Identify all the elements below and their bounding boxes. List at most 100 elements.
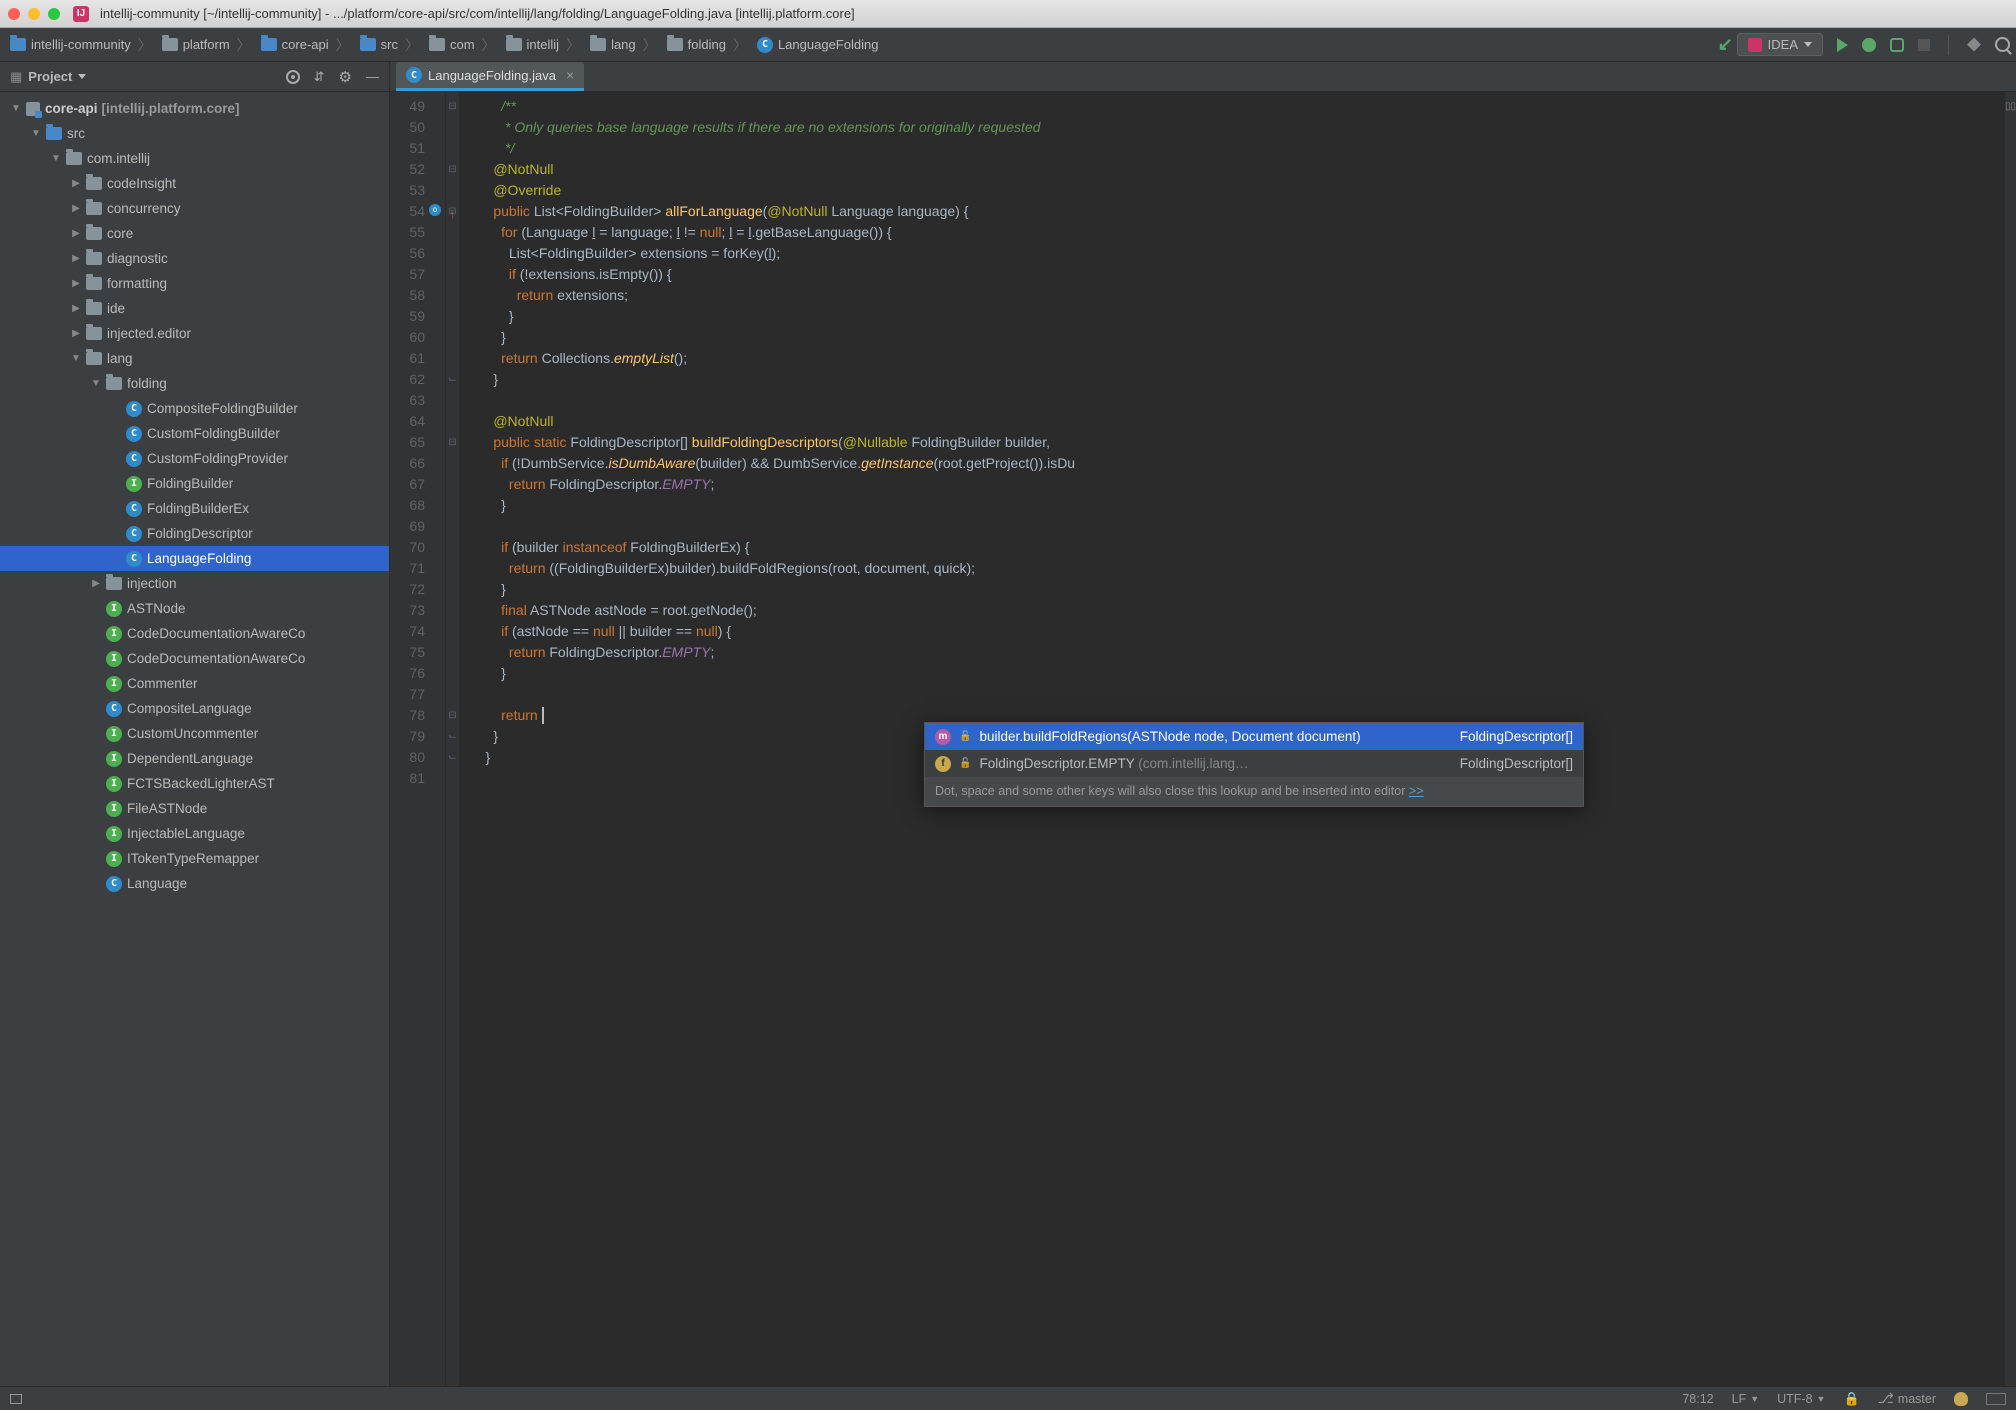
tree-item[interactable]: folding (0, 371, 389, 396)
debug-icon[interactable] (1862, 38, 1876, 52)
class-icon: C (106, 876, 122, 892)
vcs-update-icon[interactable] (1967, 38, 1981, 52)
completion-hint-link[interactable]: >> (1409, 784, 1424, 798)
tree-item[interactable]: diagnostic (0, 246, 389, 271)
completion-popup[interactable]: m🔓builder.buildFoldRegions(ASTNode node,… (924, 722, 1584, 807)
gear-icon[interactable]: ⚙ (339, 68, 352, 86)
tree-item[interactable]: IFileASTNode (0, 796, 389, 821)
tree-item[interactable]: concurrency (0, 196, 389, 221)
tree-item[interactable]: IInjectableLanguage (0, 821, 389, 846)
coverage-icon[interactable] (1890, 38, 1904, 52)
file-encoding[interactable]: UTF-8 ▼ (1777, 1392, 1825, 1406)
zoom-window-icon[interactable] (48, 8, 60, 20)
tree-item[interactable]: src (0, 121, 389, 146)
run-icon[interactable] (1837, 38, 1848, 52)
completion-item[interactable]: m🔓builder.buildFoldRegions(ASTNode node,… (925, 723, 1583, 750)
interface-icon: I (106, 776, 122, 792)
tree-item[interactable]: formatting (0, 271, 389, 296)
tree-item[interactable]: injected.editor (0, 321, 389, 346)
breadcrumb-item[interactable]: src〉 (356, 33, 423, 57)
chevron-down-icon[interactable] (78, 74, 86, 79)
breadcrumb-item[interactable]: platform〉 (158, 33, 255, 57)
tree-item-label: FoldingDescriptor (147, 521, 253, 546)
code-editor[interactable]: 495051525354o↑55565758596061626364656667… (390, 92, 2016, 1386)
line-number-gutter[interactable]: 495051525354o↑55565758596061626364656667… (390, 92, 446, 1386)
tree-item[interactable]: injection (0, 571, 389, 596)
run-config-selector[interactable]: IDEA (1737, 33, 1823, 56)
class-icon: C (126, 551, 142, 567)
collapse-all-icon[interactable]: ⇵ (314, 69, 325, 85)
folder-icon (86, 302, 102, 315)
minimize-window-icon[interactable] (28, 8, 40, 20)
tree-item[interactable]: IITokenTypeRemapper (0, 846, 389, 871)
folder-icon (261, 38, 277, 51)
tree-item[interactable]: IDependentLanguage (0, 746, 389, 771)
tree-item[interactable]: CFoldingBuilderEx (0, 496, 389, 521)
search-everywhere-icon[interactable] (1995, 37, 2010, 52)
breadcrumb-item[interactable]: lang〉 (586, 33, 661, 57)
editor-tabs: C LanguageFolding.java × (390, 62, 2016, 92)
tree-item[interactable]: ICommenter (0, 671, 389, 696)
scroll-from-source-icon[interactable] (286, 70, 300, 84)
tree-item-label: concurrency (107, 196, 181, 221)
folder-icon (10, 38, 26, 51)
tree-item[interactable]: CFoldingDescriptor (0, 521, 389, 546)
tree-item[interactable]: core-api[intellij.platform.core] (0, 96, 389, 121)
tree-item[interactable]: C CompositeFoldingBuilder (0, 396, 389, 421)
implements-gutter-icon[interactable]: ↑ (450, 205, 456, 226)
fold-gutter[interactable]: ⊟⊟⊟⌙⊟⊟⌙⌙ (446, 92, 460, 1386)
class-icon: C (126, 401, 142, 417)
hide-icon[interactable]: — (366, 69, 379, 84)
tree-item[interactable]: IFCTSBackedLighterAST (0, 771, 389, 796)
tab-language-folding[interactable]: C LanguageFolding.java × (396, 62, 584, 91)
tree-item[interactable]: CCustomFoldingProvider (0, 446, 389, 471)
hector-icon[interactable] (1954, 1392, 1968, 1406)
tool-windows-icon[interactable] (10, 1394, 22, 1404)
tree-item[interactable]: codeInsight (0, 171, 389, 196)
tree-item-label: CompositeFoldingBuilder (147, 396, 298, 421)
interface-icon: I (106, 751, 122, 767)
stop-icon[interactable] (1918, 39, 1930, 51)
tree-item[interactable]: CCustomFoldingBuilder (0, 421, 389, 446)
completion-kind-icon: f (935, 756, 951, 772)
caret-position[interactable]: 78:12 (1682, 1392, 1713, 1406)
back-arrow-icon[interactable]: ↙ (1718, 34, 1733, 55)
completion-item[interactable]: f🔓FoldingDescriptor.EMPTY (com.intellij.… (925, 750, 1583, 777)
tree-item[interactable]: CLanguageFolding (0, 546, 389, 571)
breadcrumb-item[interactable]: intellij-community〉 (6, 33, 156, 57)
tree-item[interactable]: lang (0, 346, 389, 371)
tree-item[interactable]: IFoldingBuilder (0, 471, 389, 496)
tree-item[interactable]: ICodeDocumentationAwareCo (0, 621, 389, 646)
line-separator[interactable]: LF ▼ (1732, 1392, 1760, 1406)
tree-item[interactable]: ide (0, 296, 389, 321)
breadcrumb-item[interactable]: core-api〉 (257, 33, 354, 57)
breadcrumb-item[interactable]: CLanguageFolding (753, 35, 882, 55)
tree-item[interactable]: ICustomUncommenter (0, 721, 389, 746)
tree-item[interactable]: core (0, 221, 389, 246)
folder-icon (86, 227, 102, 240)
close-tab-icon[interactable]: × (562, 67, 574, 83)
breadcrumb-label: folding (688, 37, 726, 52)
folder-icon (86, 277, 102, 290)
tree-item[interactable]: ICodeDocumentationAwareCo (0, 646, 389, 671)
close-window-icon[interactable] (8, 8, 20, 20)
project-header-label[interactable]: Project (28, 69, 72, 84)
folder-icon (46, 127, 62, 140)
interface-icon: I (106, 726, 122, 742)
breadcrumb-item[interactable]: folding〉 (663, 33, 751, 57)
project-tree[interactable]: core-api[intellij.platform.core]srccom.i… (0, 92, 389, 1386)
tree-item-label: injected.editor (107, 321, 191, 346)
tree-item[interactable]: com.intellij (0, 146, 389, 171)
tree-item[interactable]: CCompositeLanguage (0, 696, 389, 721)
breadcrumb-item[interactable]: com〉 (425, 33, 500, 57)
memory-indicator[interactable] (1986, 1393, 2006, 1405)
readonly-lock-icon[interactable]: 🔒 (1843, 1391, 1859, 1407)
override-gutter-icon[interactable]: o (429, 204, 441, 216)
git-branch[interactable]: ⎇ master (1878, 1390, 1936, 1407)
tree-item[interactable]: CLanguage (0, 871, 389, 896)
breadcrumb-item[interactable]: intellij〉 (502, 33, 585, 57)
error-stripe[interactable]: ▯▯ (2004, 92, 2016, 1386)
traffic-lights (8, 8, 60, 20)
tree-item[interactable]: IASTNode (0, 596, 389, 621)
breadcrumb-label: intellij-community (31, 37, 131, 52)
